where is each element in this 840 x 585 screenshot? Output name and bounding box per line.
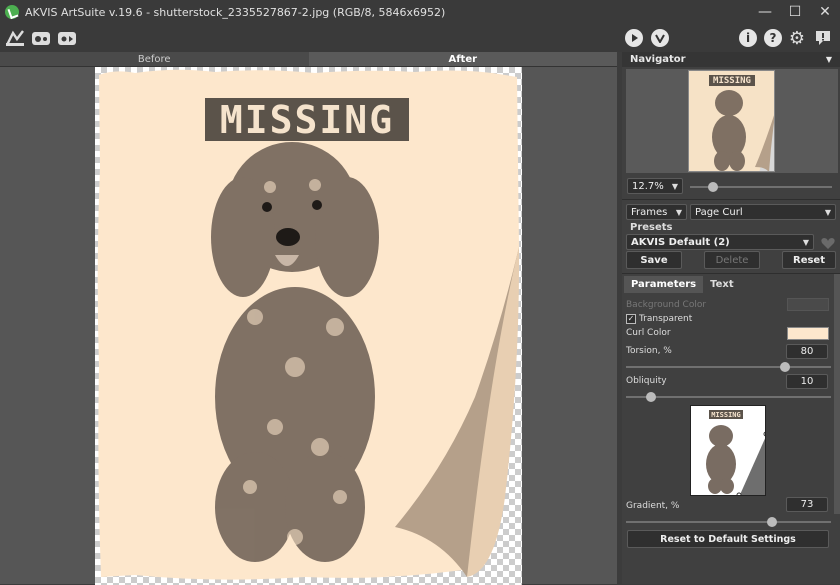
category-value: Frames [631, 206, 668, 218]
app-logo-icon [5, 5, 19, 19]
gradient-slider-knob[interactable] [767, 517, 777, 527]
info-icon[interactable]: i [738, 28, 758, 48]
curl-preview[interactable]: MISSING [690, 405, 766, 496]
settings-icon[interactable]: ⚙ [787, 28, 807, 49]
torsion-input[interactable]: 80 [786, 344, 828, 359]
torsion-label: Torsion, % [626, 346, 672, 356]
open-icon[interactable] [5, 28, 25, 48]
background-color-label: Background Color [626, 300, 707, 310]
notification-icon[interactable] [813, 28, 833, 48]
reset-default-settings-button[interactable]: Reset to Default Settings [627, 530, 829, 548]
reset-preset-button[interactable]: Reset [782, 251, 836, 269]
maximize-button[interactable]: ☐ [780, 0, 810, 24]
close-button[interactable]: ✕ [810, 0, 840, 24]
chevron-down-icon: ▼ [671, 182, 678, 191]
info-glyph: i [739, 29, 757, 47]
zoom-slider-knob[interactable] [708, 182, 718, 192]
title-bar: AKVIS ArtSuite v.19.6 - shutterstock_233… [0, 0, 840, 24]
chevron-down-icon[interactable]: ▼ [826, 52, 832, 67]
parameter-tabs: Parameters Text [624, 276, 741, 293]
help-icon[interactable]: ? [763, 28, 783, 48]
page-curl-artwork [97, 69, 520, 580]
presets-label: Presets [630, 222, 673, 233]
result-image: MISSING [95, 67, 522, 585]
tab-before[interactable]: Before [0, 52, 309, 67]
torsion-slider-knob[interactable] [780, 362, 790, 372]
batch-icon[interactable] [57, 28, 77, 48]
tab-text[interactable]: Text [703, 276, 741, 293]
curl-color-label: Curl Color [626, 328, 671, 338]
curl-preview-headline: MISSING [709, 410, 743, 419]
poster-headline: MISSING [205, 98, 409, 142]
navigator-header: Navigator ▼ [622, 52, 840, 67]
chevron-down-icon: ▼ [802, 238, 809, 247]
panel-scrollbar[interactable] [834, 274, 840, 514]
preset-select[interactable]: AKVIS Default (2) ▼ [626, 234, 814, 250]
preset-value: AKVIS Default (2) [631, 236, 730, 248]
curl-color-swatch[interactable] [787, 327, 829, 340]
tab-parameters[interactable]: Parameters [624, 276, 704, 293]
help-glyph: ? [764, 29, 782, 47]
background-color-swatch [787, 298, 829, 311]
save-preset-button[interactable]: Save [626, 251, 682, 269]
frame-value: Page Curl [695, 206, 743, 218]
frame-select[interactable]: Page Curl ▼ [690, 204, 836, 220]
obliquity-slider-knob[interactable] [646, 392, 656, 402]
chevron-down-icon: ▼ [675, 208, 682, 217]
navigator-title: Navigator [630, 54, 686, 65]
chevron-down-icon: ▼ [824, 208, 831, 217]
zoom-value: 12.7% [632, 180, 664, 192]
delete-preset-button[interactable]: Delete [704, 251, 760, 269]
apply-icon[interactable] [650, 28, 670, 48]
settings-panel: Navigator ▼ MISSING 12.7% ▼ Frames ▼ Pag… [622, 52, 840, 584]
gradient-label: Gradient, % [626, 501, 680, 511]
torsion-slider[interactable] [626, 366, 831, 368]
category-select[interactable]: Frames ▼ [626, 204, 687, 220]
minimize-button[interactable]: — [750, 0, 780, 24]
transparent-checkbox[interactable]: ✓ [626, 314, 636, 324]
image-canvas[interactable]: Before After MISSING [0, 52, 617, 585]
transparent-label: Transparent [639, 314, 693, 324]
obliquity-input[interactable]: 10 [786, 374, 828, 389]
play-icon[interactable] [624, 28, 644, 48]
obliquity-slider[interactable] [626, 396, 831, 398]
tab-after[interactable]: After [308, 52, 617, 67]
save-icon[interactable] [31, 28, 51, 48]
zoom-select[interactable]: 12.7% ▼ [627, 178, 683, 194]
navigator-thumbnail: MISSING [688, 70, 775, 172]
obliquity-label: Obliquity [626, 376, 667, 386]
gradient-slider[interactable] [626, 521, 831, 523]
toolbar: i ? ⚙ [0, 24, 840, 52]
navigator-thumb-headline: MISSING [709, 75, 755, 86]
window-title: AKVIS ArtSuite v.19.6 - shutterstock_233… [25, 5, 446, 19]
navigator-preview[interactable]: MISSING [626, 69, 838, 173]
gradient-input[interactable]: 73 [786, 497, 828, 512]
